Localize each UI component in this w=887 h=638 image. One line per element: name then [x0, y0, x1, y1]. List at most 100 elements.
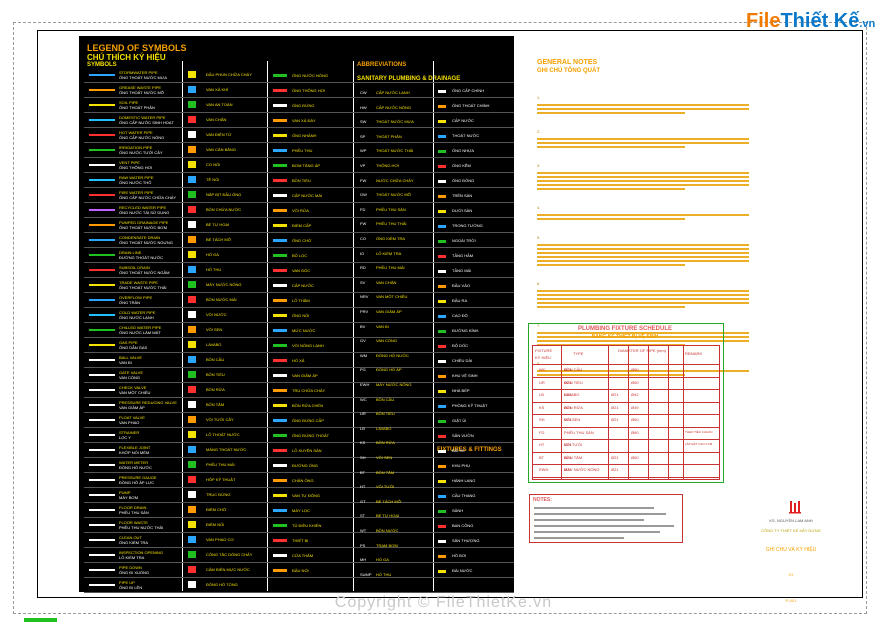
legend-row-rule: [84, 127, 514, 128]
legend-symbol-icon: [438, 375, 446, 378]
legend-row-vn: HỘP KỸ THUẬT: [206, 477, 236, 482]
abbrev-value: BỒN CẦU: [376, 397, 394, 402]
legend-symbol-icon: [188, 476, 196, 483]
note-line: [534, 537, 624, 539]
general-note-line: [537, 260, 749, 262]
legend-row-rule: [84, 322, 514, 323]
legend-row-vn: DƯỚI SÀN: [452, 208, 473, 213]
legend-row: STORMWATER PIPE ỐNG THOÁT NƯỚC MƯA: [119, 70, 167, 80]
schedule-cell-dia: Ø21: [564, 367, 572, 372]
legend-row: VÒI NÓNG LẠNH: [292, 343, 324, 348]
abbrev-value: LAVABO: [376, 426, 391, 431]
legend-row: VAN CÂN BẰNG: [206, 147, 236, 152]
general-note-number: 4.: [537, 205, 541, 210]
legend-symbol-icon: [273, 464, 287, 467]
abbrev-value: VAN GIẢM ÁP: [376, 309, 402, 314]
note-line: [534, 531, 660, 533]
abbrev-code: WC: [360, 396, 367, 402]
legend-symbol-line: [89, 449, 115, 451]
schedule-cell-dia: Ø90: [631, 367, 639, 372]
legend-symbol-icon: [188, 371, 196, 378]
legend-row: VÒI SEN: [206, 327, 222, 332]
legend-symbol-line: [89, 554, 115, 556]
legend-row-vn: ĐƯỜNG ỐNG: [292, 463, 318, 468]
legend-row: FLOAT VALVE VAN PHAO: [119, 415, 145, 425]
legend-symbol-icon: [273, 554, 287, 557]
legend-row-vn: ỐNG NƯỚC TÁI SỬ DỤNG: [119, 210, 170, 215]
abbrev-text: PHỄU THU MÁI: [376, 265, 405, 271]
schedule-col-rule: [628, 346, 629, 479]
legend-row-vn: ỐNG THÔNG HƠI: [292, 88, 326, 93]
legend-row: BỘ LỌC: [292, 253, 307, 258]
abbrev-code: ST: [360, 513, 366, 519]
legend-row: NGOÀI TRỜI: [452, 238, 476, 243]
legend-symbol-line: [89, 584, 115, 586]
schedule-cell-code: KS: [539, 404, 545, 410]
legend-row: THIẾT BỊ: [292, 538, 308, 543]
legend-row: VAN XẢ KHÍ: [206, 87, 228, 92]
legend-row-vn: VAN AN TOÀN: [206, 102, 233, 107]
abbrev-value: NƯỚC CHỮA CHÁY: [376, 178, 414, 183]
legend-symbol-icon: [188, 251, 196, 258]
legend-row-rule: [84, 217, 514, 218]
abbrev-text: BỒN TẮM: [376, 469, 395, 475]
legend-row: BỒN CẦU: [206, 357, 224, 362]
legend-symbol-icon: [438, 270, 446, 273]
legend-row: ỐNG ĐỒNG: [452, 178, 474, 183]
legend-symbol-icon: [438, 300, 446, 303]
abbrev-value: VAN MỘT CHIỀU: [376, 294, 407, 299]
legend-symbol-icon: [438, 480, 446, 483]
abbrev-text: MÁY NƯỚC NÓNG: [376, 382, 412, 387]
abbrev-value: VAN CHẶN: [376, 280, 396, 285]
legend-symbol-icon: [438, 105, 446, 108]
legend-row: BỂ TÁCH MỠ: [206, 237, 231, 242]
legend-row-vn: HỐ GA: [206, 252, 219, 257]
legend-row: VAN CHẶN: [206, 117, 226, 122]
brand-logo[interactable]: FileThiết Kế.vn: [746, 10, 875, 33]
legend-row-vn: VAN ĐIỆN TỪ: [206, 132, 232, 137]
general-note-line: [537, 108, 749, 110]
schedule-row-rule: [533, 414, 719, 415]
legend-row-vn: NHÀ BẾP: [452, 388, 470, 393]
notes-box: [529, 494, 683, 543]
legend-row-rule: [84, 562, 514, 563]
legend-row-vn: BỒN CHỨA NƯỚC: [206, 207, 242, 212]
abbrev-key: FW: [360, 178, 366, 183]
legend-symbol-line: [89, 269, 115, 271]
legend-symbol-line: [89, 239, 115, 241]
legend-row: TẦNG HẦM: [452, 253, 473, 258]
legend-row: CẤP NƯỚC MÁI: [292, 193, 322, 198]
legend-row-vn: ỐNG ĐỨNG: [292, 103, 315, 108]
legend-row-vn: VÒI TƯỚI CÂY: [206, 417, 234, 422]
abbrev-value: PHỄU THU SÀN: [376, 207, 406, 212]
legend-row-vn: HÀNH LANG: [452, 478, 476, 483]
legend-row-vn: TỦ ĐIỀU KHIỂN: [292, 523, 322, 528]
abbrev-code: SH: [360, 455, 366, 460]
legend-symbol-icon: [438, 225, 446, 228]
legend-symbol-icon: [188, 536, 196, 543]
general-note-number: 1.: [537, 95, 541, 100]
legend-row: ĐIỂM CẤP: [292, 223, 311, 228]
abbrev-code: SP: [360, 133, 366, 139]
abbrev-value: BỒN RỬA: [376, 440, 395, 445]
legend-row-vn: KHU PHỤ: [452, 463, 471, 468]
legend-row-rule: [84, 382, 514, 383]
legend-symbol-icon: [438, 285, 446, 288]
general-note-number: 6.: [537, 281, 541, 286]
abbrev-value: CẤP NƯỚC LẠNH: [376, 90, 410, 95]
legend-row-vn: ỐNG THOÁT NƯỚC THẢI: [119, 285, 167, 290]
abbrev-key: HT: [360, 484, 365, 489]
legend-symbol-icon: [188, 581, 196, 588]
legend-row-vn: CAO ĐỘ: [452, 313, 468, 318]
legend-row: INSPECTION OPENING LỖ KIỂM TRA: [119, 550, 163, 560]
legend-symbol-icon: [188, 386, 196, 393]
legend-row-vn: ĐIỂM CẤP: [292, 223, 312, 228]
legend-row: FLOOR WASTE PHỄU THU NƯỚC THẢI: [119, 520, 163, 530]
legend-row: GIẶT ỦI: [452, 418, 466, 423]
abbrev-text: ỐNG KIỂM TRA: [376, 236, 406, 241]
legend-divider: [433, 61, 434, 591]
abbrev-key: CO: [360, 236, 366, 241]
legend-row: TRADE WASTE PIPE ỐNG THOÁT NƯỚC THẢI: [119, 280, 167, 290]
legend-row: HỐ GA: [206, 252, 219, 257]
abbrev-value: PHỄU THU THẢI: [376, 221, 407, 226]
